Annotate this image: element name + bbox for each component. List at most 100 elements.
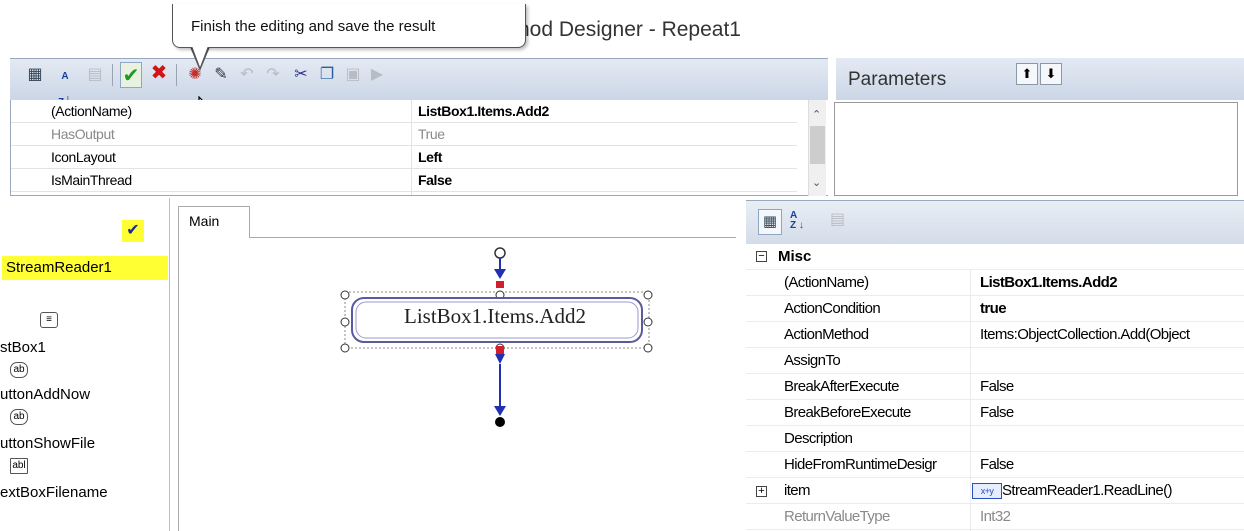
cancel-button[interactable]: ✖ [148,60,170,86]
undo-button[interactable]: ↶ [236,62,258,88]
property-value[interactable]: Int32 [980,508,1244,525]
property-value[interactable]: False [980,456,1244,473]
action-node-label[interactable]: ListBox1.Items.Add2 [360,304,630,329]
property-row[interactable]: AssignTo [746,348,1244,374]
categorized-button[interactable]: ▦ [24,62,46,88]
window-title: hod Designer - Repeat1 [518,18,741,41]
property-value[interactable]: ListBox1.Items.Add2 [418,103,549,119]
property-row[interactable]: IsMainThread False [11,169,797,192]
paste-button[interactable]: ▣ [342,62,364,88]
paste-icon: ▣ [345,66,361,83]
run-icon: ▶ [370,66,384,83]
category-row[interactable]: − Misc [746,244,1244,270]
inport-arrow [494,269,506,279]
property-row[interactable]: ActionMethod Items:ObjectCollection.Add(… [746,322,1244,348]
outport-arrow-end [494,406,506,416]
redo-button[interactable]: ↷ [262,62,284,88]
magic-wand-button[interactable]: ✎ [210,62,232,88]
action-flow-diagram [340,247,653,427]
selection-handle [340,317,350,327]
property-name: IsMainThread [51,172,132,188]
alphabetical-sort-button[interactable]: AZ ↓ [790,211,804,231]
copy-button[interactable]: ❐ [316,62,338,88]
outport-arrow [495,354,505,364]
inport-connector [496,281,504,288]
property-row[interactable]: BreakAfterExecute False [746,374,1244,400]
move-parameter-down-button[interactable]: ⬇ [1040,63,1062,85]
scroll-down-icon[interactable]: ⌄ [812,176,821,189]
selection-handle [340,343,350,353]
finish-save-button[interactable]: ✔ [120,62,142,88]
property-name: IconLayout [51,149,116,165]
property-value[interactable]: true [980,300,1244,317]
property-name: ActionMethod [784,326,869,343]
property-name: HasOutput [51,126,115,142]
property-name: BreakBeforeExecute [784,404,911,421]
property-value[interactable]: False [418,172,452,188]
parameters-label: Parameters [848,69,947,90]
property-value[interactable]: Items:ObjectCollection.Add(Object [980,326,1244,343]
tooltip: Finish the editing and save the result [172,4,526,48]
button-icon[interactable]: ab [10,409,28,425]
categorized-icon: ▦ [762,213,778,230]
property-pages-icon: ▤ [830,211,846,228]
property-row[interactable]: BreakBeforeExecute False [746,400,1244,426]
run-button[interactable]: ▶ [366,62,388,88]
property-value[interactable]: Left [418,149,442,165]
property-name: (ActionName) [784,274,869,291]
scroll-up-icon[interactable]: ⌃ [812,108,821,121]
textbox-icon[interactable]: abl [10,458,28,474]
property-value[interactable]: StreamReader1.ReadLine() [1002,482,1172,499]
action-property-grid: (ActionName) ListBox1.Items.Add2 HasOutp… [10,100,828,196]
property-name: ReturnValueType [784,508,890,525]
streamreader-icon[interactable]: ✔ [122,220,144,242]
misc-property-grid: − Misc (ActionName) ListBox1.Items.Add2 … [746,244,1244,531]
property-value[interactable]: False [980,404,1244,421]
property-row[interactable]: (ActionName) ListBox1.Items.Add2 [11,100,797,123]
property-row[interactable]: + item x+y StreamReader1.ReadLine() [746,478,1244,504]
magic-wand-icon: ✎ [214,66,228,83]
collapse-icon[interactable]: − [756,251,767,262]
redo-icon: ↷ [266,66,280,83]
cut-button[interactable]: ✂ [290,62,312,88]
property-name: (ActionName) [51,103,132,119]
property-pages-button[interactable]: ▤ [84,62,106,88]
cancel-icon: ✖ [150,62,168,84]
property-row[interactable]: (ActionName) ListBox1.Items.Add2 [746,270,1244,296]
alphabetical-sort-button[interactable]: AZ↓ [54,62,76,110]
property-row[interactable]: HideFromRuntimeDesigr False [746,452,1244,478]
property-row[interactable]: Description [746,426,1244,452]
listbox-icon[interactable]: ≡ [40,312,58,328]
property-name: ActionCondition [784,300,881,317]
categorized-button[interactable]: ▦ [758,209,782,235]
property-name: Description [784,430,853,447]
property-row[interactable]: ActionCondition true [746,296,1244,322]
inport-circle [494,247,506,259]
up-arrow-icon: ⬆ [1021,66,1033,81]
property-row[interactable]: IconLayout Left [11,146,797,169]
component-buttonshowfile[interactable]: uttonShowFile [0,435,95,452]
property-row[interactable]: HasOutput True [11,123,797,146]
category-label: Misc [778,248,812,265]
button-icon[interactable]: ab [10,362,28,378]
component-listbox1[interactable]: stBox1 [0,339,46,356]
component-buttonaddnow[interactable]: uttonAddNow [0,386,90,403]
property-row[interactable]: ReturnValueType Int32 [746,504,1244,530]
parameters-list[interactable] [834,102,1238,196]
property-value-container[interactable]: x+y StreamReader1.ReadLine() [972,482,1236,500]
property-value[interactable]: ListBox1.Items.Add2 [980,274,1244,291]
property-name: BreakAfterExecute [784,378,899,395]
component-textboxfilename[interactable]: extBoxFilename [0,484,108,501]
expand-icon[interactable]: + [756,486,767,497]
property-value[interactable]: True [418,126,445,142]
property-value[interactable]: False [980,378,1244,395]
selection-handle [643,290,653,300]
move-parameter-up-button[interactable]: ⬆ [1016,63,1038,85]
scrollbar-thumb[interactable] [810,126,825,164]
property-grid-scrollbar[interactable]: ⌃ ⌄ [808,100,826,196]
component-streamreader1[interactable]: StreamReader1 [6,259,112,276]
tab-main[interactable]: Main [178,206,250,238]
toolbar-separator [176,64,177,86]
categorized-icon: ▦ [27,66,43,83]
property-pages-button[interactable]: ▤ [830,209,845,229]
